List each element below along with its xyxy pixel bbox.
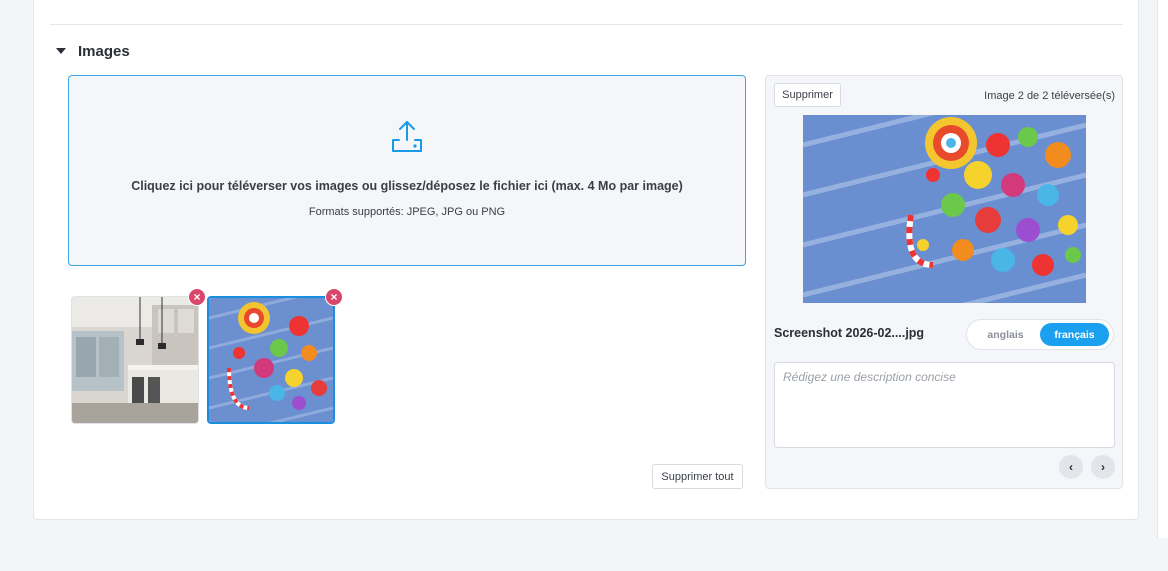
lang-option-english[interactable]: anglais (971, 323, 1040, 346)
upload-icon (392, 121, 422, 152)
previous-image-button[interactable]: ‹ (1059, 455, 1083, 479)
language-toggle: anglais français (966, 319, 1114, 350)
image-counter: Image 2 de 2 téléversée(s) (984, 90, 1115, 102)
images-section-toggle[interactable]: Images (56, 41, 130, 61)
thumbnail-kitchen[interactable] (71, 296, 199, 424)
right-edge-panel (1157, 0, 1168, 538)
dropzone-instructions: Cliquez ici pour téléverser vos images o… (131, 179, 683, 193)
close-icon: × (193, 290, 201, 304)
image-dropzone[interactable]: Cliquez ici pour téléverser vos images o… (68, 75, 746, 266)
section-divider (50, 24, 1123, 25)
close-icon: × (330, 290, 338, 304)
section-title: Images (78, 42, 130, 60)
delete-image-button[interactable]: Supprimer (774, 83, 841, 107)
next-image-button[interactable]: › (1091, 455, 1115, 479)
image-filename: Screenshot 2026-02....jpg (774, 326, 925, 340)
chevron-left-icon: ‹ (1069, 460, 1073, 474)
dropzone-formats: Formats supportés: JPEG, JPG ou PNG (308, 206, 506, 218)
kitchen-image (72, 297, 198, 423)
candy-preview-image (803, 115, 1086, 303)
thumbnail-candy[interactable] (207, 296, 335, 424)
chevron-right-icon: › (1101, 460, 1105, 474)
remove-thumbnail-1-button[interactable]: × (188, 288, 206, 306)
delete-all-button[interactable]: Supprimer tout (652, 464, 743, 489)
remove-thumbnail-2-button[interactable]: × (325, 288, 343, 306)
candy-image (209, 298, 333, 422)
caret-down-icon (56, 48, 66, 54)
lang-option-french[interactable]: français (1040, 323, 1109, 346)
description-input[interactable] (774, 362, 1115, 448)
image-preview (803, 115, 1086, 303)
